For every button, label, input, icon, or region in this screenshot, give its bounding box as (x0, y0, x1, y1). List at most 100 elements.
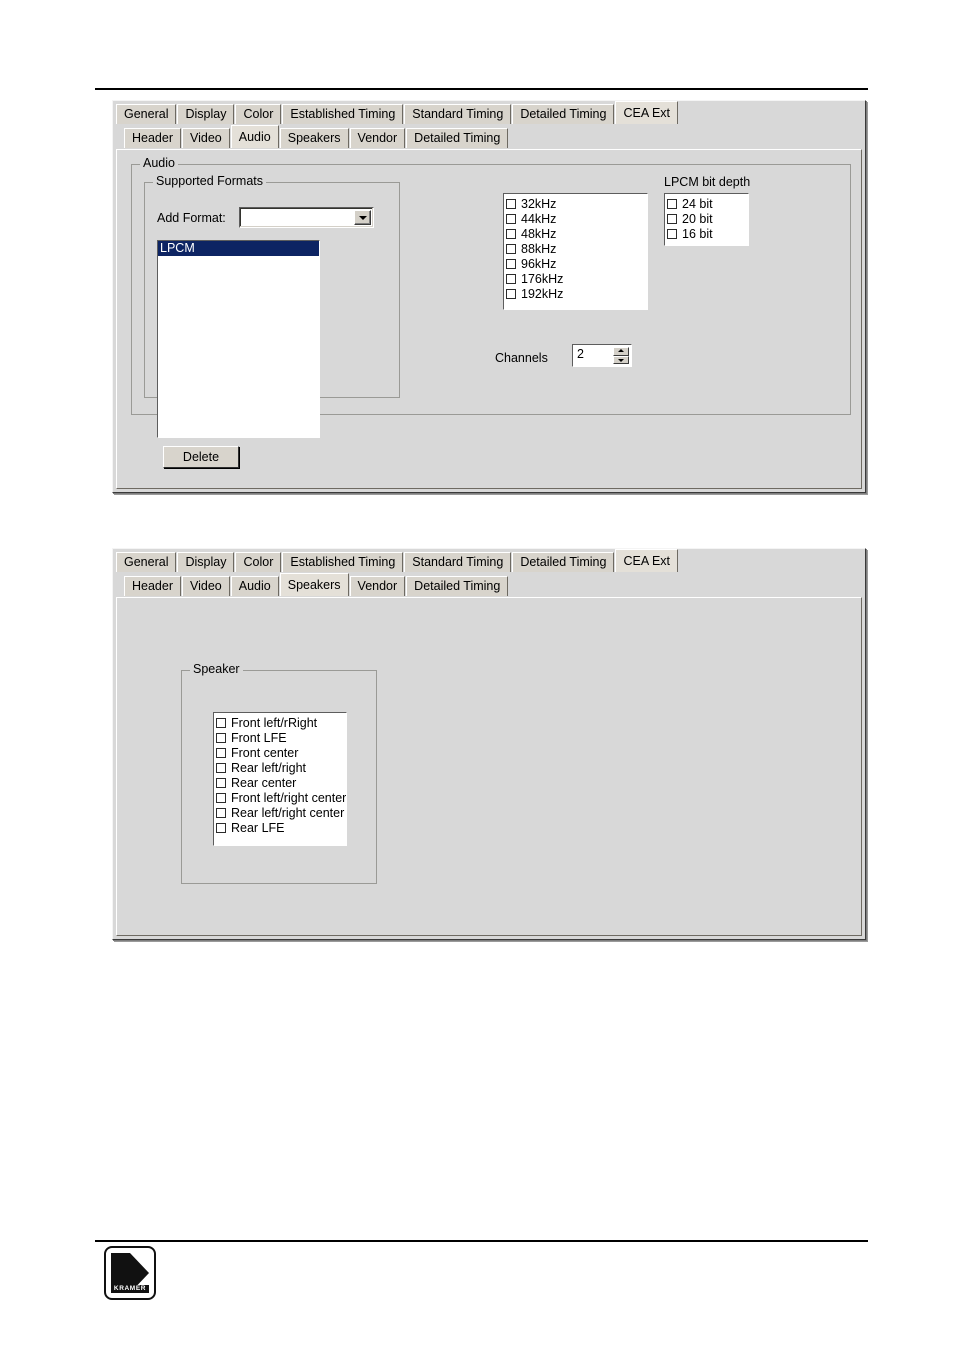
subtab-vendor[interactable]: Vendor (349, 128, 406, 148)
lpcm-bit-depth-label: LPCM bit depth (664, 175, 751, 189)
checkbox-icon[interactable] (216, 762, 226, 773)
checkbox-icon[interactable] (506, 258, 516, 269)
inner-tabstrip-audio: Header Video Audio Speakers Vendor Detai… (124, 125, 870, 149)
tab-color[interactable]: Color (235, 552, 282, 572)
tab-label: Detailed Timing (520, 555, 607, 569)
list-item[interactable]: 32kHz (506, 196, 647, 211)
list-item[interactable]: 20 bit (667, 211, 748, 226)
list-item[interactable]: Front LFE (216, 730, 346, 745)
list-item[interactable]: Rear left/right center (216, 805, 346, 820)
tab-cea-ext[interactable]: CEA Ext (615, 549, 679, 572)
list-item[interactable]: 24 bit (667, 196, 748, 211)
add-format-combo[interactable] (239, 207, 374, 228)
tab-established-timing[interactable]: Established Timing (282, 104, 404, 124)
subtab-speakers[interactable]: Speakers (279, 573, 349, 596)
spinner-up-icon[interactable] (613, 347, 629, 356)
checkbox-label: 192kHz (521, 286, 564, 301)
tab-label: Established Timing (290, 555, 396, 569)
channels-value[interactable]: 2 (577, 347, 584, 362)
channels-spin-buttons[interactable] (613, 347, 629, 364)
kramer-logo: KRAMER (104, 1246, 156, 1300)
checkbox-icon[interactable] (667, 213, 677, 224)
list-item[interactable]: Front center (216, 745, 346, 760)
subtab-label: Detailed Timing (414, 579, 501, 593)
checkbox-label: 16 bit (682, 226, 713, 241)
list-item[interactable]: 48kHz (506, 226, 647, 241)
tab-established-timing[interactable]: Established Timing (282, 552, 404, 572)
tab-standard-timing[interactable]: Standard Timing (404, 552, 512, 572)
tab-detailed-timing[interactable]: Detailed Timing (512, 552, 615, 572)
list-item[interactable]: 88kHz (506, 241, 647, 256)
subtab-label: Header (132, 579, 173, 593)
list-item[interactable]: Rear LFE (216, 820, 346, 835)
subtab-audio[interactable]: Audio (230, 576, 279, 596)
delete-button[interactable]: Delete (163, 446, 239, 468)
checkbox-icon[interactable] (216, 747, 226, 758)
subtab-vendor[interactable]: Vendor (349, 576, 406, 596)
checkbox-icon[interactable] (216, 792, 226, 803)
tab-label: Color (243, 107, 274, 121)
list-item[interactable]: 16 bit (667, 226, 748, 241)
checkbox-icon[interactable] (506, 243, 516, 254)
list-item[interactable]: 192kHz (506, 286, 647, 301)
checkbox-icon[interactable] (216, 807, 226, 818)
checkbox-icon[interactable] (506, 213, 516, 224)
checkbox-icon[interactable] (216, 717, 226, 728)
outer-tabstrip-speakers: General Display Color Established Timing… (116, 549, 862, 573)
subtab-video[interactable]: Video (182, 128, 230, 148)
tab-cea-ext[interactable]: CEA Ext (615, 101, 679, 124)
list-item[interactable]: Rear center (216, 775, 346, 790)
checkbox-label: Front center (231, 745, 299, 760)
footer-rule (95, 1240, 868, 1242)
speaker-checklist[interactable]: Front left/rRight Front LFE Front center… (213, 712, 347, 846)
checkbox-icon[interactable] (216, 777, 226, 788)
list-item[interactable]: Front left/right center (216, 790, 346, 805)
checkbox-icon[interactable] (506, 228, 516, 239)
list-item[interactable]: LPCM (158, 241, 319, 256)
bit-depth-checklist[interactable]: 24 bit 20 bit 16 bit (664, 193, 749, 246)
tab-display[interactable]: Display (177, 552, 235, 572)
supported-formats-listbox[interactable]: LPCM (157, 240, 320, 438)
audio-groupbox-title: Audio (140, 157, 178, 170)
tab-label: Standard Timing (412, 555, 504, 569)
checkbox-icon[interactable] (216, 732, 226, 743)
speaker-groupbox: Speaker Front left/rRight Front LFE Fron… (181, 663, 377, 884)
checkbox-icon[interactable] (506, 198, 516, 209)
subtab-detailed-timing[interactable]: Detailed Timing (406, 128, 509, 148)
subtab-header[interactable]: Header (124, 128, 181, 148)
add-format-input[interactable] (242, 210, 353, 225)
subtab-detailed-timing[interactable]: Detailed Timing (406, 576, 509, 596)
subtab-audio[interactable]: Audio (230, 125, 279, 148)
list-item[interactable]: 44kHz (506, 211, 647, 226)
tab-display[interactable]: Display (177, 104, 235, 124)
tab-label: General (124, 555, 169, 569)
tab-label: Display (185, 555, 227, 569)
checkbox-icon[interactable] (216, 822, 226, 833)
checkbox-icon[interactable] (506, 273, 516, 284)
spinner-down-icon[interactable] (613, 355, 629, 364)
tab-color[interactable]: Color (235, 104, 282, 124)
list-item[interactable]: Rear left/right (216, 760, 346, 775)
channels-stepper[interactable]: 2 (572, 344, 632, 367)
chevron-down-icon[interactable] (354, 210, 371, 225)
subtab-label: Vendor (357, 579, 398, 593)
tab-label: Display (185, 107, 227, 121)
tab-general[interactable]: General (116, 552, 177, 572)
list-item[interactable]: 96kHz (506, 256, 647, 271)
tab-general[interactable]: General (116, 104, 177, 124)
tab-standard-timing[interactable]: Standard Timing (404, 104, 512, 124)
tab-detailed-timing[interactable]: Detailed Timing (512, 104, 615, 124)
checkbox-icon[interactable] (667, 198, 677, 209)
tab-label: General (124, 107, 169, 121)
subtab-speakers[interactable]: Speakers (279, 128, 349, 148)
subtab-video[interactable]: Video (182, 576, 230, 596)
subtab-label: Speakers (287, 131, 341, 145)
list-item[interactable]: 176kHz (506, 271, 647, 286)
checkbox-icon[interactable] (506, 288, 516, 299)
subtab-header[interactable]: Header (124, 576, 181, 596)
sample-rate-checklist[interactable]: 32kHz 44kHz 48kHz 88kHz 96kHz 176kHz 192… (503, 193, 648, 310)
supported-formats-groupbox: Supported Formats Add Format: LPCM Delet… (144, 175, 400, 468)
tab-label: Detailed Timing (520, 107, 607, 121)
checkbox-icon[interactable] (667, 228, 677, 239)
list-item[interactable]: Front left/rRight (216, 715, 346, 730)
